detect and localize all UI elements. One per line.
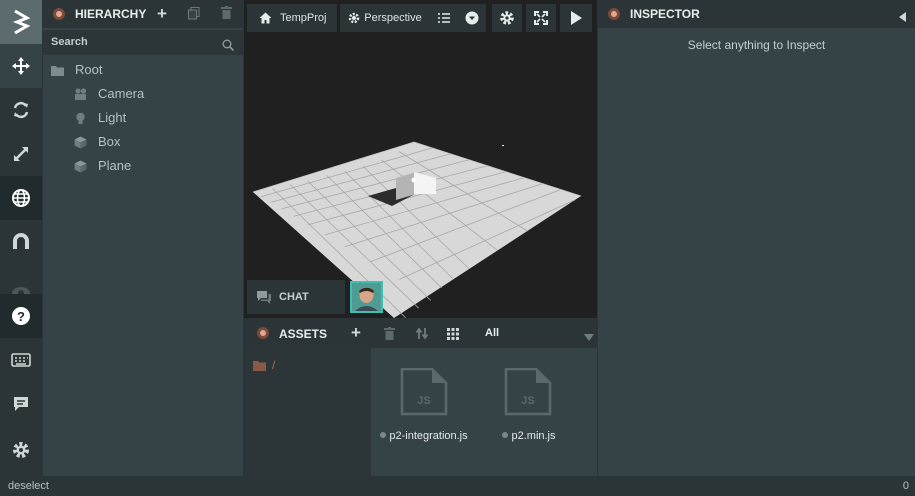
folder-icon [253, 360, 266, 371]
user-avatar-icon [352, 283, 381, 311]
inspector-panel: INSPECTOR Select anything to Inspect [598, 0, 915, 476]
main-toolbar: ? [0, 0, 42, 476]
assets-header: ASSETS + All [247, 318, 597, 348]
status-dot-icon [380, 432, 387, 438]
file-type-label: JS [521, 395, 534, 407]
js-file-icon: JS [504, 368, 552, 416]
asset-label: p2-integration.js [379, 430, 469, 442]
logo-icon[interactable] [0, 0, 42, 44]
status-message: deselect [8, 480, 49, 492]
filter-dropdown-icon[interactable] [584, 328, 594, 346]
gear-icon[interactable] [0, 428, 42, 472]
camera-entity-icon [74, 87, 88, 100]
hierarchy-search-input[interactable]: Search [43, 30, 243, 55]
collapse-dot-icon[interactable] [608, 8, 620, 20]
delete-icon[interactable] [221, 6, 232, 22]
hierarchy-header: HIERARCHY [43, 0, 243, 28]
magnet-icon[interactable] [0, 220, 42, 264]
add-asset-icon[interactable]: + [351, 323, 361, 343]
inspector-empty-message: Select anything to Inspect [687, 38, 826, 52]
add-entity-icon[interactable]: + [157, 4, 167, 24]
keyboard-icon[interactable] [0, 338, 42, 382]
scene-render [252, 141, 582, 318]
svg-text:?: ? [17, 309, 25, 324]
collapse-dot-icon[interactable] [257, 327, 269, 339]
eye-icon[interactable] [0, 264, 42, 294]
upload-icon[interactable] [415, 327, 429, 345]
light-entity-icon [74, 112, 88, 124]
asset-item[interactable]: JS p2-integration.js [379, 368, 469, 443]
grid-view-icon[interactable] [447, 327, 459, 345]
help-icon[interactable]: ? [0, 294, 42, 338]
assets-folder-tree: / [247, 348, 371, 476]
folder-icon [51, 64, 65, 76]
tree-item-label: Camera [98, 86, 145, 101]
tree-item-root[interactable]: Root [51, 62, 102, 77]
hierarchy-title: HIERARCHY [75, 7, 147, 21]
plane-entity-icon [74, 160, 88, 172]
box-entity-icon [74, 136, 88, 148]
asset-name: p2.min.js [511, 430, 556, 442]
asset-filter-select[interactable]: All [485, 327, 499, 339]
collapse-dot-icon[interactable] [53, 8, 65, 20]
duplicate-icon[interactable] [188, 7, 200, 23]
move-icon[interactable] [0, 44, 42, 88]
tree-item-label: Root [75, 62, 103, 77]
assets-title: ASSETS [279, 327, 328, 341]
chat-label: CHAT [279, 291, 309, 303]
tree-item-box[interactable]: Box [74, 134, 120, 149]
search-icon [222, 36, 235, 61]
tree-item-label: Light [98, 110, 127, 125]
inspector-header: INSPECTOR [598, 0, 915, 28]
scale-icon[interactable] [0, 132, 42, 176]
tree-item-label: Plane [98, 158, 132, 173]
assets-panel: ASSETS + All / JS p2-integration.js JS p… [247, 318, 597, 476]
search-placeholder: Search [51, 36, 88, 48]
status-dot-icon [502, 432, 509, 438]
rotate-icon[interactable] [0, 88, 42, 132]
js-file-icon: JS [400, 368, 448, 416]
chat-icon [257, 290, 271, 304]
folder-root-item[interactable]: / [253, 358, 275, 372]
tree-item-plane[interactable]: Plane [74, 158, 131, 173]
chat-button[interactable]: CHAT [247, 280, 345, 314]
status-bar: deselect 0 [0, 476, 915, 496]
folder-path: / [272, 358, 276, 372]
tree-item-camera[interactable]: Camera [74, 86, 144, 101]
world-icon[interactable] [0, 176, 42, 220]
viewport-panel[interactable]: TempProj Perspective [244, 0, 597, 318]
collapse-panel-icon[interactable] [899, 9, 906, 27]
avatar[interactable] [350, 281, 383, 313]
file-type-label: JS [417, 395, 430, 407]
delete-asset-icon[interactable] [384, 327, 395, 345]
chat-bubble-icon[interactable] [0, 382, 42, 426]
asset-item[interactable]: JS p2.min.js [484, 368, 574, 443]
tree-item-label: Box [98, 134, 121, 149]
status-count: 0 [902, 480, 909, 492]
asset-name: p2-integration.js [389, 430, 468, 442]
inspector-title: INSPECTOR [630, 7, 700, 21]
tree-item-light[interactable]: Light [74, 110, 126, 125]
asset-label: p2.min.js [484, 430, 574, 442]
hierarchy-panel: HIERARCHY + Search Root Camera Light Box… [43, 0, 243, 476]
